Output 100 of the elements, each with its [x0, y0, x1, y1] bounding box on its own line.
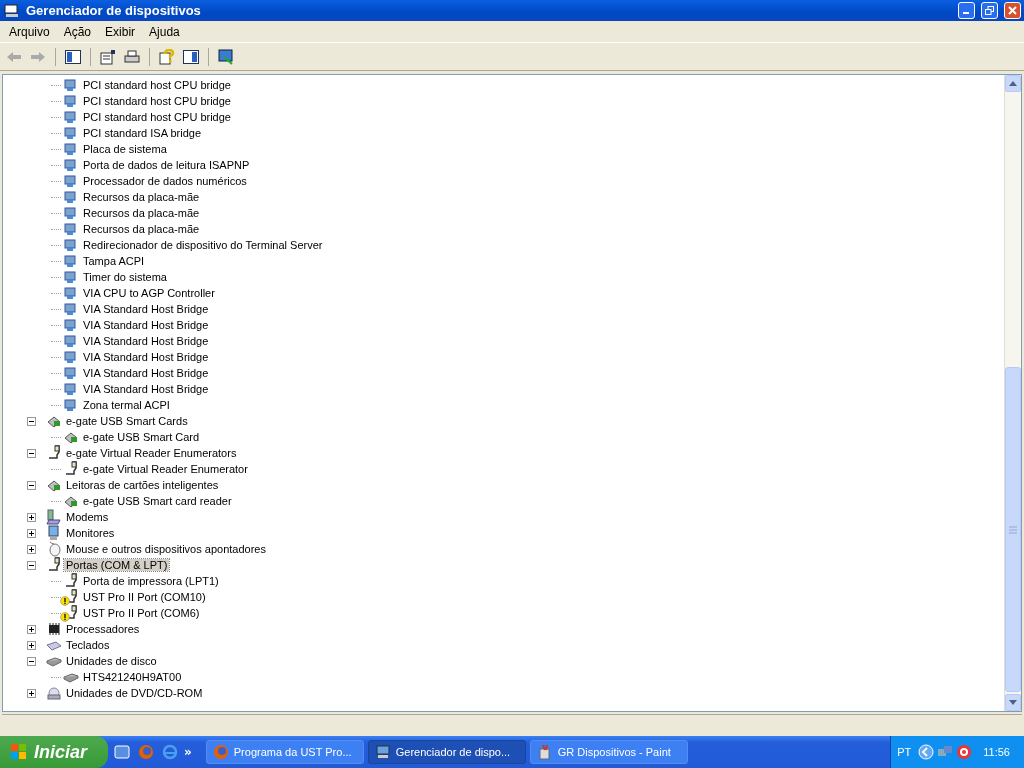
collapse-button[interactable]: [27, 560, 36, 570]
connector-icon: [46, 445, 62, 461]
tree-item[interactable]: e-gate USB Smart Card: [81, 431, 202, 443]
tree-item[interactable]: VIA Standard Host Bridge: [81, 319, 211, 331]
tree-category[interactable]: Monitores: [64, 527, 117, 539]
tree-category[interactable]: Mouse e outros dispositivos apontadores: [64, 543, 268, 555]
back-arrow-icon: [7, 51, 21, 62]
expand-button[interactable]: [27, 528, 36, 538]
plus-icon: [28, 545, 35, 553]
tree-item[interactable]: PCI standard ISA bridge: [81, 127, 203, 139]
window-title: Gerenciador de dispositivos: [26, 3, 202, 18]
tree-category[interactable]: e-gate Virtual Reader Enumerators: [64, 447, 239, 459]
menu-item[interactable]: Ajuda: [142, 22, 187, 41]
up-arrow-icon: [1009, 81, 1017, 86]
tree-item[interactable]: e-gate USB Smart card reader: [81, 495, 234, 507]
collapse-button[interactable]: [27, 416, 36, 426]
pane-icon: [183, 49, 199, 64]
globe-icon: [162, 744, 178, 760]
tree-item[interactable]: UST Pro II Port (COM10): [81, 591, 208, 603]
monitor-icon: [218, 48, 234, 65]
connector-icon: [46, 557, 62, 573]
tree-category[interactable]: Leitoras de cartões inteligentes: [64, 479, 221, 491]
tree-item[interactable]: VIA Standard Host Bridge: [81, 367, 211, 379]
desktop-icon: [114, 744, 130, 760]
mouse-icon: [46, 541, 62, 557]
plus-icon: [28, 641, 35, 649]
expand-button[interactable]: [27, 512, 36, 522]
tree-item[interactable]: VIA Standard Host Bridge: [81, 351, 211, 363]
tree-item[interactable]: Recursos da placa-mãe: [81, 223, 202, 235]
desktop-button[interactable]: [112, 742, 132, 762]
taskbar-button[interactable]: Gerenciador de dispo...: [367, 740, 526, 764]
tree-category[interactable]: Unidades de DVD/CD-ROM: [64, 687, 205, 699]
tree-item[interactable]: VIA CPU to AGP Controller: [81, 287, 217, 299]
help-icon: [159, 48, 175, 65]
clock: 11:56: [983, 746, 1010, 758]
close-button[interactable]: [1004, 2, 1021, 19]
tree-item[interactable]: e-gate Virtual Reader Enumerator: [81, 463, 250, 475]
computer-icon: [374, 744, 391, 760]
browser-icon: [138, 744, 154, 760]
tree-category[interactable]: Processadores: [64, 623, 142, 635]
monitor-icon: [46, 525, 62, 541]
tree-item[interactable]: Zona termal ACPI: [81, 399, 172, 411]
modem-icon: [46, 509, 62, 525]
scroll-up-button[interactable]: [1005, 75, 1021, 92]
browser-icon: [212, 744, 229, 760]
paint-icon: [536, 744, 553, 760]
scroll-thumb[interactable]: [1005, 367, 1021, 692]
tree-item[interactable]: VIA Standard Host Bridge: [81, 383, 211, 395]
grip-icon: [1009, 525, 1017, 534]
tree-item[interactable]: Placa de sistema: [81, 143, 169, 155]
pane-icon: [65, 49, 81, 64]
tree-item[interactable]: Processador de dados numéricos: [81, 175, 249, 187]
scan-hardware-button[interactable]: [216, 46, 236, 67]
expand-button[interactable]: [27, 640, 36, 650]
tree-item[interactable]: Porta de dados de leitura ISAPNP: [81, 159, 252, 171]
tree-item[interactable]: Timer do sistema: [81, 271, 169, 283]
computer-icon: [4, 2, 20, 19]
down-arrow-icon: [1009, 700, 1017, 705]
tree-item[interactable]: PCI standard host CPU bridge: [81, 111, 233, 123]
tree-item[interactable]: PCI standard host CPU bridge: [81, 95, 233, 107]
vertical-scrollbar[interactable]: [1004, 75, 1021, 711]
chip-icon: [46, 621, 62, 637]
target-icon: [956, 744, 973, 760]
tree-item[interactable]: VIA Standard Host Bridge: [81, 335, 211, 347]
collapse-button[interactable]: [27, 480, 36, 490]
collapse-button[interactable]: [27, 656, 36, 666]
plus-icon: [28, 513, 35, 521]
tree-item[interactable]: Recursos da placa-mãe: [81, 191, 202, 203]
plus-icon: [28, 625, 35, 633]
restore-button[interactable]: [981, 2, 998, 19]
properties-icon: [100, 48, 116, 65]
tree-category[interactable]: Portas (COM & LPT): [64, 559, 170, 571]
tree-item[interactable]: PCI standard host CPU bridge: [81, 79, 233, 91]
tree-item[interactable]: UST Pro II Port (COM6): [81, 607, 202, 619]
plus-icon: [28, 529, 35, 537]
taskbar-button[interactable]: Programa da UST Pro...: [205, 740, 364, 764]
tree-category[interactable]: e-gate USB Smart Cards: [64, 415, 190, 427]
menu-item[interactable]: Arquivo: [2, 22, 57, 41]
more-indicator[interactable]: »: [184, 745, 192, 759]
taskbar-button[interactable]: GR Dispositivos - Paint: [529, 740, 688, 764]
menu-item[interactable]: Ação: [56, 22, 99, 41]
restore-icon: [985, 6, 994, 15]
expand-button[interactable]: [27, 688, 36, 698]
expand-button[interactable]: [27, 624, 36, 634]
tree-item[interactable]: HTS421240H9AT00: [81, 671, 184, 683]
scroll-down-button[interactable]: [1005, 694, 1021, 711]
collapse-button[interactable]: [27, 448, 36, 458]
expand-button[interactable]: [27, 544, 36, 554]
tree-item[interactable]: Tampa ACPI: [81, 255, 147, 267]
tree-item[interactable]: Redirecionador de dispositivo do Terminal Server: [81, 239, 325, 251]
tree-category[interactable]: Unidades de disco: [64, 655, 159, 667]
tree-category[interactable]: Teclados: [64, 639, 112, 651]
tree-category[interactable]: Modems: [64, 511, 111, 523]
menu-item[interactable]: Exibir: [98, 22, 143, 41]
minimize-button[interactable]: [958, 2, 975, 19]
tree-item[interactable]: VIA Standard Host Bridge: [81, 303, 211, 315]
tree-item[interactable]: Porta de impressora (LPT1): [81, 575, 221, 587]
tree-item[interactable]: Recursos da placa-mãe: [81, 207, 202, 219]
printer-icon: [124, 48, 140, 65]
chevron-icon: [918, 744, 935, 760]
